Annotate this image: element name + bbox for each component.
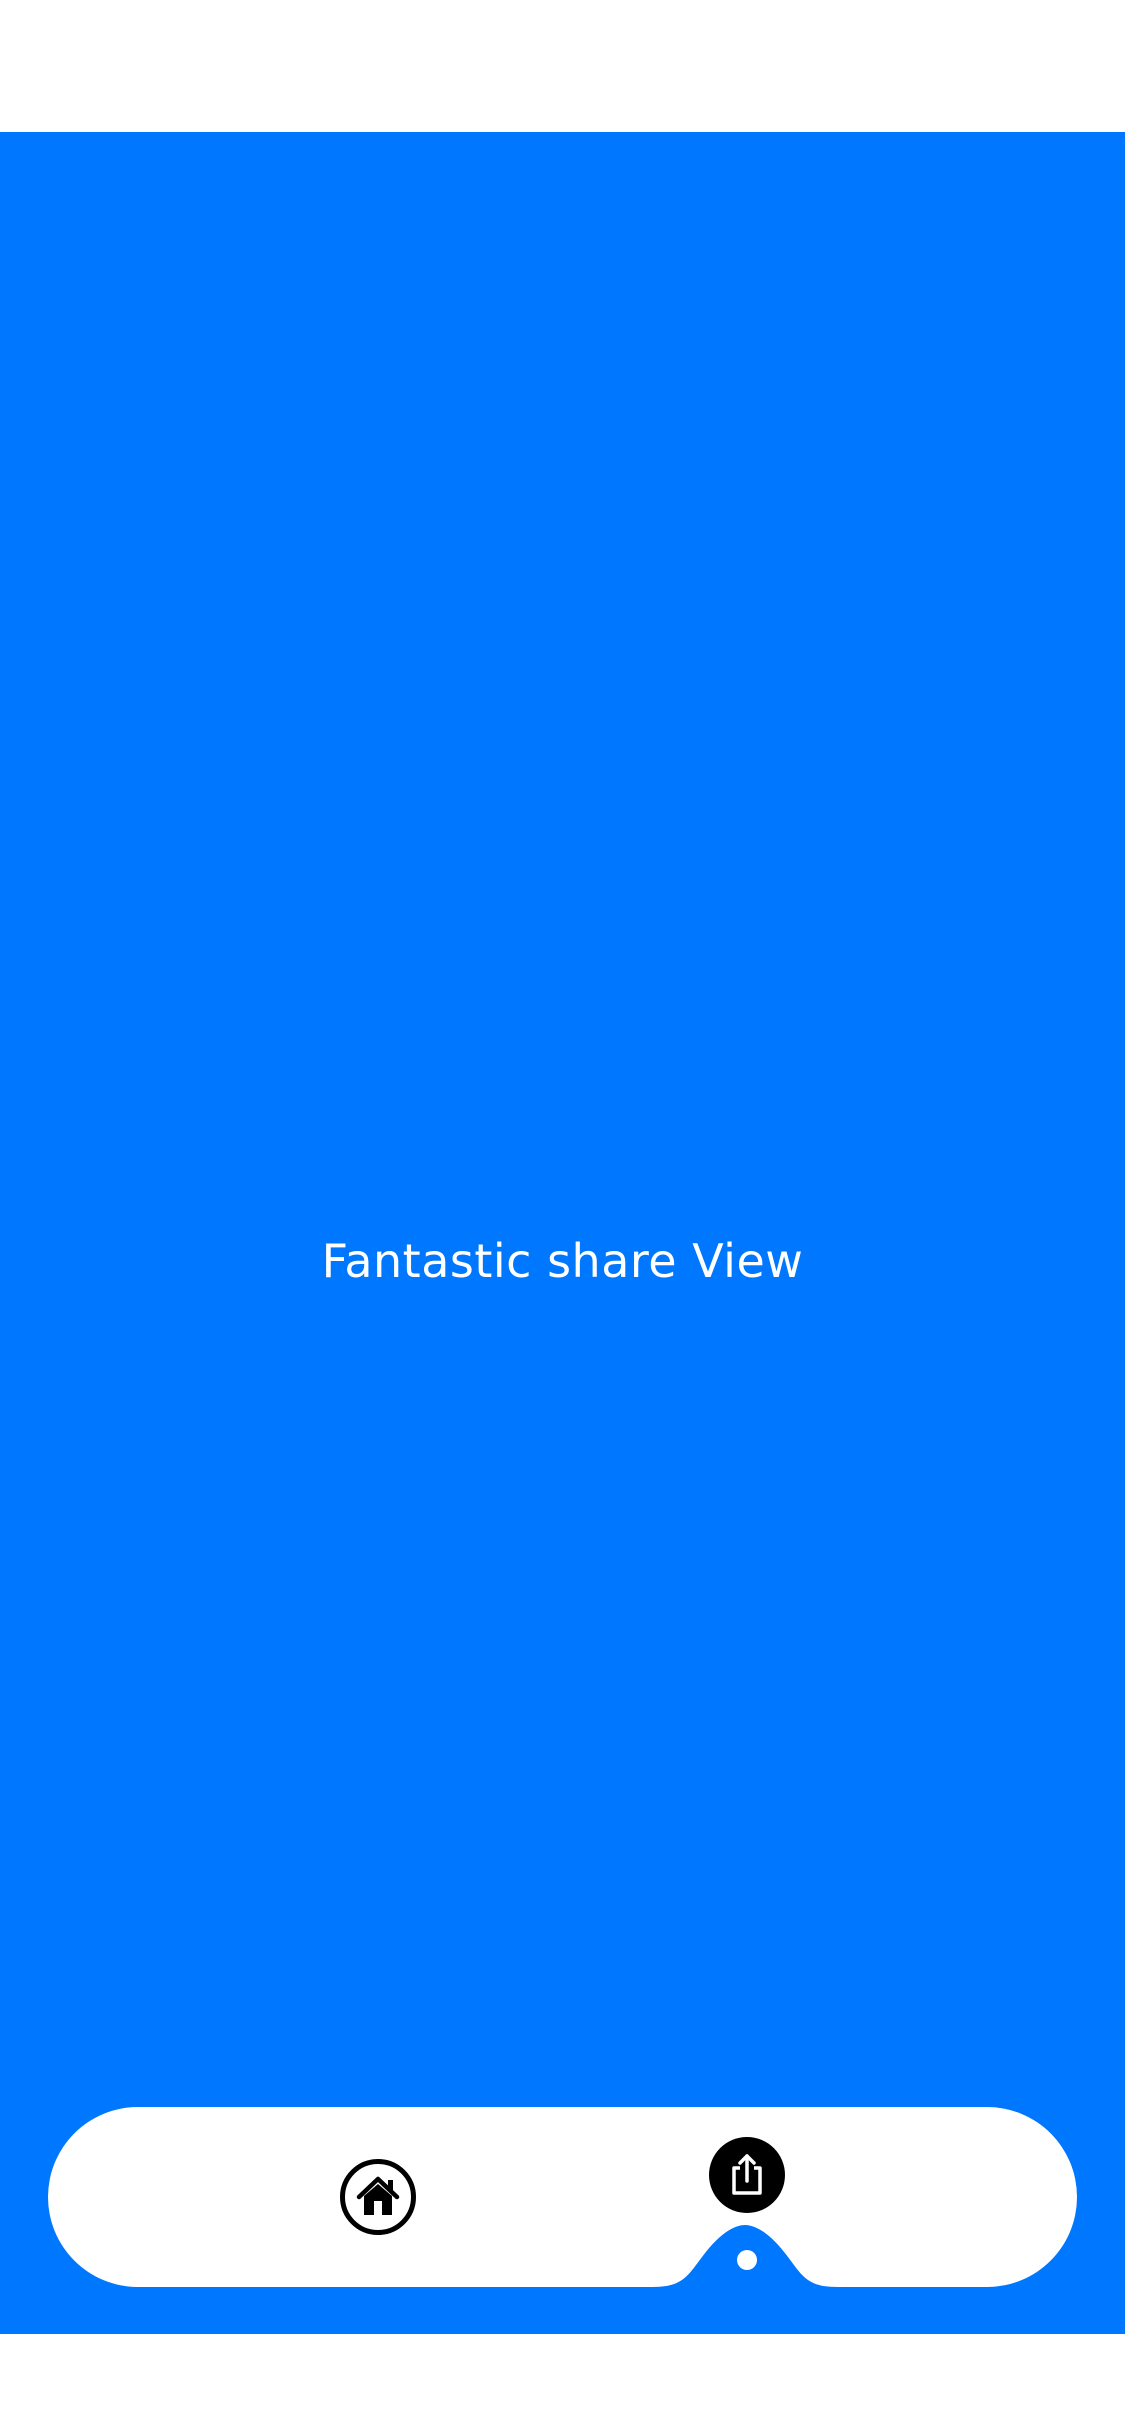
screen-title: Fantastic share View [321, 1234, 804, 1288]
tab-home[interactable] [340, 2159, 416, 2235]
tab-bar-background [48, 2107, 1077, 2287]
tab-bar [48, 2107, 1077, 2287]
home-icon [356, 2176, 400, 2215]
home-indicator-area [0, 2334, 1125, 2436]
share-icon [732, 2154, 762, 2195]
tab-share[interactable] [709, 2137, 785, 2213]
content-view [0, 132, 1125, 2334]
selected-tab-indicator [737, 2250, 757, 2270]
status-bar-area [0, 0, 1125, 132]
